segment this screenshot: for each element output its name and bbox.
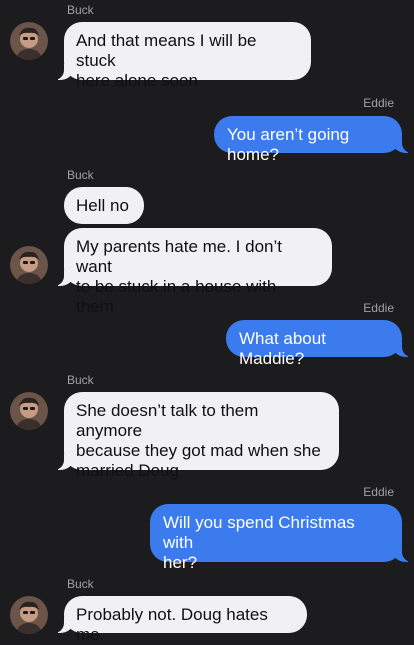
avatar-buck[interactable] <box>10 596 48 634</box>
message-bubble-incoming[interactable]: And that means I will be stuck here alon… <box>54 22 311 90</box>
message-bubble-incoming[interactable]: Probably not. Doug hates me. <box>54 596 307 644</box>
message-bubble-incoming[interactable]: My parents hate me. I don’t want to be s… <box>54 228 332 316</box>
message-bubble-outgoing[interactable]: What about Maddie? <box>226 320 412 368</box>
sender-label-buck: Buck <box>67 373 94 387</box>
contact-photo-icon <box>10 246 48 284</box>
message-bubble-incoming[interactable]: Hell no <box>64 187 144 224</box>
avatar-buck[interactable] <box>10 392 48 430</box>
sender-label-eddie: Eddie <box>363 485 394 499</box>
contact-photo-icon <box>10 22 48 60</box>
avatar-buck[interactable] <box>10 246 48 284</box>
message-bubble-outgoing[interactable]: You aren’t going home? <box>214 116 412 164</box>
avatar-buck[interactable] <box>10 22 48 60</box>
sender-label-eddie: Eddie <box>363 301 394 315</box>
sender-label-buck: Buck <box>67 168 94 182</box>
contact-photo-icon <box>10 596 48 634</box>
message-bubble-outgoing[interactable]: Will you spend Christmas with her? <box>150 504 412 572</box>
sender-label-eddie: Eddie <box>363 96 394 110</box>
sender-label-buck: Buck <box>67 577 94 591</box>
message-bubble-incoming[interactable]: She doesn’t talk to them anymore because… <box>54 392 339 480</box>
contact-photo-icon <box>10 392 48 430</box>
sender-label-buck: Buck <box>67 3 94 17</box>
